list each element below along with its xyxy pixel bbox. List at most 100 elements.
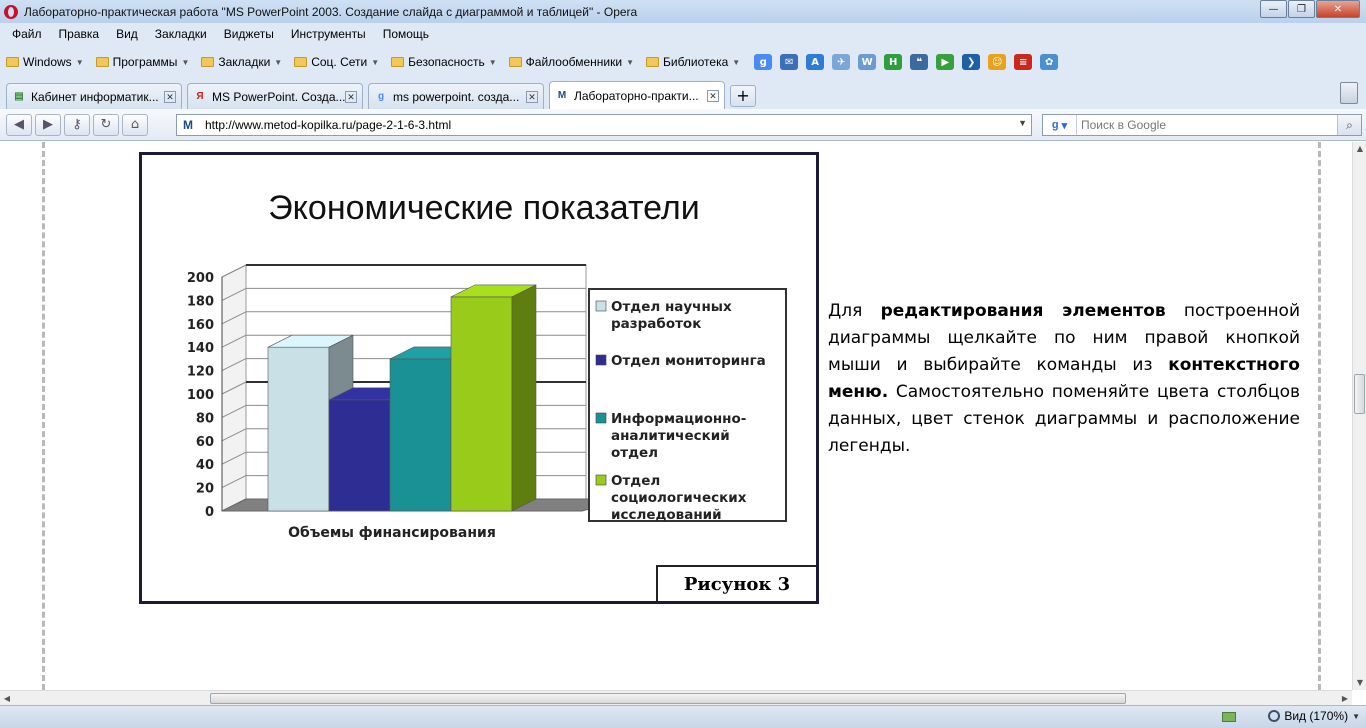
scroll-up-icon[interactable]: ▲	[1353, 142, 1366, 156]
y-tick-label: 0	[205, 505, 214, 520]
play-icon[interactable]: ▶	[936, 54, 955, 70]
bar-side	[511, 284, 537, 512]
y-tick-label: 200	[187, 271, 214, 286]
status-bar: Вид (170%) ▼	[0, 705, 1366, 728]
forward-icon[interactable]: ❯	[962, 54, 981, 70]
search-box[interactable]: g ▾ Поиск в Google ⌕	[1042, 114, 1362, 136]
restore-button[interactable]: ❐	[1288, 0, 1315, 18]
menu-widgets[interactable]: Виджеты	[216, 27, 283, 41]
tab-1[interactable]: ▤ Кабинет информатик... ✕	[6, 83, 182, 109]
search-engine-selector[interactable]: g ▾	[1043, 115, 1077, 135]
h-icon[interactable]: H	[884, 54, 903, 70]
legend-swatch	[595, 474, 607, 486]
bookmark-folder-security[interactable]: Безопасность ▼	[391, 55, 497, 69]
bookmark-folder-filehosting[interactable]: Файлообменники ▼	[508, 55, 634, 69]
bird-icon[interactable]: ✈	[832, 54, 851, 70]
y-tick-label: 60	[196, 435, 214, 450]
bar-chart: Экономические показатели 0 20 40 60 80 100 120 1…	[187, 189, 787, 541]
wikipedia-icon[interactable]: W	[858, 54, 877, 70]
legend-label: аналитический	[611, 428, 730, 444]
vertical-scroll-thumb[interactable]	[1354, 374, 1365, 414]
menu-view[interactable]: Вид	[108, 27, 147, 41]
bookmark-folder-label: Файлообменники	[525, 55, 623, 69]
horizontal-scroll-thumb[interactable]	[210, 693, 1126, 704]
chevron-down-icon[interactable]: ▼	[1018, 118, 1027, 128]
page-border-right	[1318, 142, 1321, 690]
translate-icon[interactable]: A	[806, 54, 825, 70]
scroll-left-icon[interactable]: ◀	[0, 691, 14, 706]
tab-label: Кабинет информатик...	[31, 89, 159, 104]
forward-button[interactable]: ▶	[35, 113, 61, 136]
reload-button[interactable]: ↻	[93, 113, 119, 136]
folder-icon	[95, 57, 109, 67]
close-tab-icon[interactable]: ✕	[345, 90, 357, 103]
google-icon: g	[377, 91, 385, 102]
page-border-left	[42, 142, 45, 690]
chevron-down-icon: ▼	[1352, 711, 1360, 721]
bookmark-folder-programs[interactable]: Программы ▼	[95, 55, 190, 69]
legend-swatch	[595, 300, 607, 312]
chevron-down-icon: ▼	[732, 57, 741, 67]
search-placeholder[interactable]: Поиск в Google	[1081, 118, 1166, 132]
menu-file[interactable]: Файл	[4, 27, 51, 41]
tab-3[interactable]: g ms powerpoint. созда... ✕	[368, 83, 544, 109]
menu-bookmarks[interactable]: Закладки	[147, 27, 216, 41]
tab-label: ms powerpoint. созда...	[393, 89, 520, 104]
smiley-icon[interactable]: ☺	[988, 54, 1007, 70]
panel-toggle-icon[interactable]	[1222, 712, 1236, 722]
legend-swatch	[595, 354, 607, 366]
wand-key-button[interactable]: ⚷	[64, 113, 90, 136]
navigation-bar: ◀ ▶ ⚷ ↻ ⌂ M http://www.metod-kopilka.ru/…	[0, 109, 1366, 141]
menu-help[interactable]: Помощь	[375, 27, 438, 41]
close-tab-icon[interactable]: ✕	[164, 90, 176, 103]
google-icon[interactable]: g	[754, 54, 773, 70]
scroll-right-icon[interactable]: ▶	[1338, 691, 1352, 706]
url-text[interactable]: http://www.metod-kopilka.ru/page-2-1-6-3…	[205, 118, 451, 132]
window-controls: — ❐ ✕	[1259, 0, 1360, 18]
flag-icon[interactable]: ≡	[1014, 54, 1033, 70]
chevron-down-icon: ▼	[181, 57, 190, 67]
bookmark-folder-social[interactable]: Соц. Сети ▼	[294, 55, 379, 69]
horizontal-scrollbar[interactable]: ◀ ▶	[0, 690, 1352, 705]
quote-icon[interactable]: ❝	[910, 54, 929, 70]
close-tab-icon[interactable]: ✕	[526, 90, 538, 103]
bookmark-folder-bookmarks[interactable]: Закладки ▼	[201, 55, 282, 69]
flower-icon[interactable]: ✿	[1040, 54, 1059, 70]
bar	[328, 399, 391, 512]
paragraph-emphasis: редактирования элементов	[880, 301, 1166, 321]
y-tick-label: 180	[187, 294, 214, 309]
y-tick-label: 100	[187, 388, 214, 403]
zoom-label: Вид (170%)	[1284, 709, 1349, 723]
search-icon[interactable]: ⌕	[1337, 115, 1361, 135]
paragraph-text: Самостоятельно поменяйте цвета столбцов …	[828, 382, 1300, 456]
metod-kopilka-icon: M	[557, 90, 567, 101]
bookmark-folder-label: Программы	[112, 55, 178, 69]
address-bar[interactable]: M http://www.metod-kopilka.ru/page-2-1-6…	[176, 114, 1032, 136]
bookmark-folder-windows[interactable]: Windows ▼	[6, 55, 84, 69]
mail-icon[interactable]: ✉	[780, 54, 799, 70]
back-button[interactable]: ◀	[6, 113, 32, 136]
legend-label: социологических	[611, 490, 747, 506]
zoom-control[interactable]: Вид (170%) ▼	[1268, 709, 1360, 723]
menu-tools[interactable]: Инструменты	[283, 27, 375, 41]
bookmarks-bar: Windows ▼ Программы ▼ Закладки ▼ Соц. Сети ▼…	[0, 45, 1366, 79]
instruction-paragraph: Для редактирования элементов построенной…	[828, 298, 1300, 460]
new-tab-button[interactable]: +	[730, 85, 756, 107]
chevron-down-icon: ▼	[488, 57, 497, 67]
tab-2[interactable]: Я MS PowerPoint. Созда... ✕	[187, 83, 363, 109]
menu-edit[interactable]: Правка	[51, 27, 109, 41]
tab-label: Лабораторно-практи...	[574, 88, 699, 103]
legend-label: разработок	[611, 316, 701, 332]
yandex-icon: Я	[196, 91, 204, 102]
scroll-down-icon[interactable]: ▼	[1353, 676, 1366, 690]
bookmark-folder-library[interactable]: Библиотека ▼	[646, 55, 740, 69]
close-window-button[interactable]: ✕	[1316, 0, 1360, 18]
chevron-down-icon: ▼	[371, 57, 380, 67]
minimize-button[interactable]: —	[1260, 0, 1287, 18]
y-tick-label: 160	[187, 318, 214, 333]
close-tab-icon[interactable]: ✕	[707, 89, 719, 102]
home-button[interactable]: ⌂	[122, 113, 148, 136]
trash-icon[interactable]	[1340, 82, 1358, 104]
tab-4[interactable]: M Лабораторно-практи... ✕	[549, 81, 725, 109]
vertical-scrollbar[interactable]: ▲ ▼	[1352, 142, 1366, 690]
